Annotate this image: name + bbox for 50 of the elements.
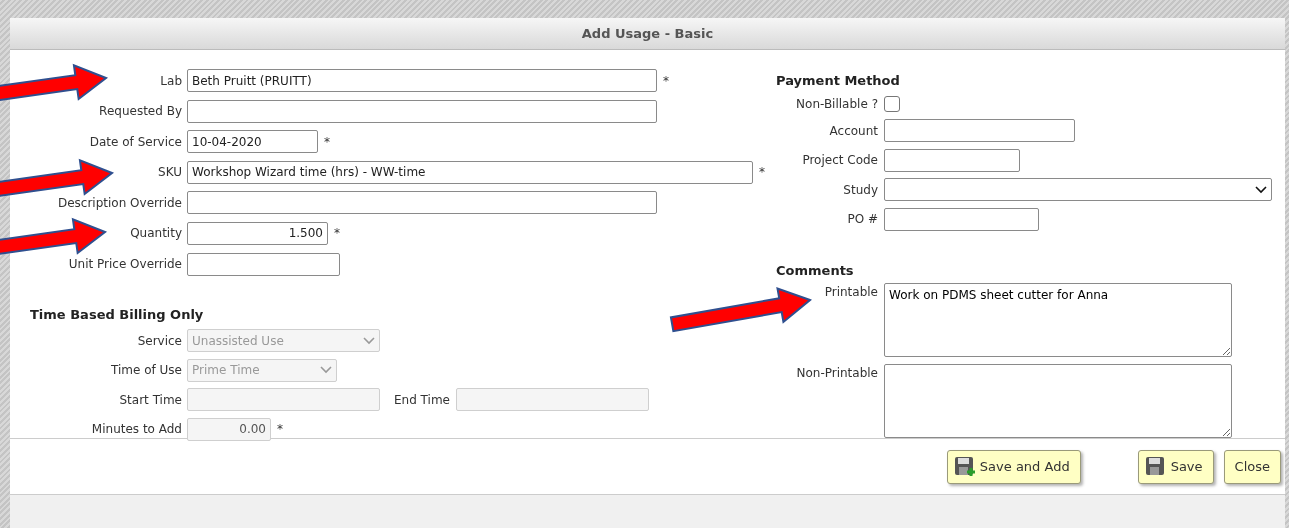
field-label: SKU bbox=[157, 164, 182, 182]
field-label: Start Time bbox=[118, 391, 182, 409]
chevron-icon bbox=[320, 366, 332, 375]
text-field[interactable] bbox=[884, 148, 1020, 172]
floppy-icon bbox=[1144, 455, 1167, 478]
field-label: Non-Printable bbox=[795, 364, 878, 382]
required-mark: * bbox=[277, 421, 283, 439]
section-heading: Time Based Billing Only bbox=[30, 305, 205, 324]
required-mark: * bbox=[759, 164, 765, 182]
field-label: End Time bbox=[394, 391, 450, 409]
button[interactable]: Save and Add bbox=[946, 449, 1081, 484]
field-label: Quantity bbox=[129, 225, 182, 243]
text-field[interactable] bbox=[884, 119, 1075, 142]
button[interactable]: Save bbox=[1137, 449, 1214, 484]
dropdown[interactable] bbox=[884, 178, 1272, 201]
floppy-plus-icon bbox=[953, 455, 976, 478]
text-field[interactable] bbox=[884, 207, 1039, 231]
text-field[interactable]: Beth Pruitt (PRUITT) bbox=[187, 69, 657, 92]
field-label: Time of Use bbox=[110, 362, 182, 380]
text-field[interactable]: Workshop Wizard time (hrs) - WW-time bbox=[187, 160, 753, 184]
field-label: Minutes to Add bbox=[90, 421, 182, 439]
dialog-title: Add Usage - Basic bbox=[581, 24, 714, 43]
field-label: Description Override bbox=[56, 194, 182, 212]
text-field[interactable] bbox=[187, 99, 657, 123]
text-field[interactable]: 10-04-2020 bbox=[187, 130, 318, 154]
checkbox[interactable] bbox=[884, 95, 900, 112]
text-field[interactable]: 1.500 bbox=[187, 221, 328, 245]
chevron-icon bbox=[1255, 185, 1267, 194]
field-label: Project Code bbox=[801, 152, 878, 169]
field-label: Study bbox=[842, 181, 878, 199]
field-label: PO # bbox=[846, 211, 878, 228]
field-label: Lab bbox=[159, 72, 182, 90]
required-mark: * bbox=[324, 133, 330, 151]
field-label: Account bbox=[828, 122, 878, 140]
comment-box[interactable] bbox=[884, 363, 1232, 438]
text-field[interactable] bbox=[187, 191, 657, 215]
chevron-icon bbox=[363, 336, 375, 345]
section-heading: Payment Method bbox=[776, 72, 901, 90]
text-field[interactable] bbox=[187, 252, 340, 276]
field-label: Unit Price Override bbox=[67, 256, 182, 274]
button[interactable]: Close bbox=[1223, 449, 1281, 484]
required-mark: * bbox=[663, 72, 669, 90]
field-label: Non-Billable ? bbox=[795, 95, 878, 113]
comment-box[interactable]: Work on PDMS sheet cutter for Anna bbox=[884, 283, 1232, 357]
section-heading: Comments bbox=[776, 261, 855, 280]
field-label: Service bbox=[136, 332, 182, 350]
field-label: Requested By bbox=[98, 103, 182, 121]
field-label: Date of Service bbox=[88, 133, 182, 151]
required-mark: * bbox=[334, 225, 340, 243]
field-label: Printable bbox=[823, 284, 878, 301]
